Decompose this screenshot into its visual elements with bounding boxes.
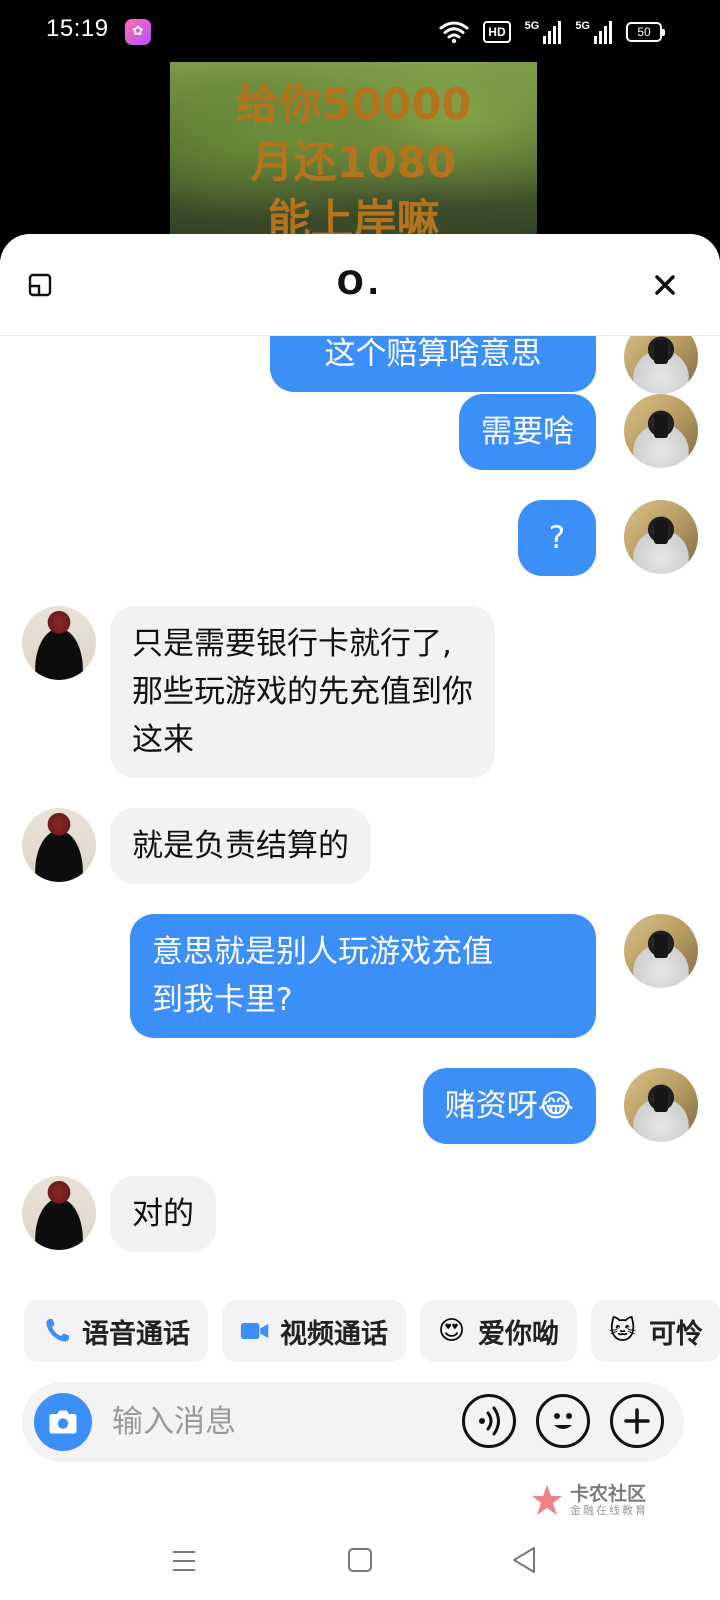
video-caption: 给你50000 月还1080 能上岸嘛 bbox=[170, 76, 537, 247]
message-input-bar bbox=[22, 1382, 684, 1462]
battery-icon: 50 bbox=[626, 22, 665, 42]
message-bubble-self[interactable]: 需要啥 bbox=[459, 394, 596, 470]
pitiful-sticker-button[interactable]: 🐱 可怜 bbox=[591, 1300, 720, 1362]
watermark-text: 卡农社区 金融在线教育 bbox=[570, 1484, 648, 1517]
back-icon[interactable] bbox=[512, 1546, 536, 1574]
chat-sheet: O. 这个赔算啥意思 需要啥 ? 只是需要银行卡就行了, 那些玩游戏的先充值到你… bbox=[0, 234, 720, 1600]
plus-icon bbox=[624, 1408, 650, 1434]
quick-action-label: 可怜 bbox=[649, 1318, 703, 1350]
message-text: 意思就是别人玩游戏充值 到我卡里? bbox=[152, 934, 493, 1018]
app-notification-icon: ✿ bbox=[125, 19, 151, 45]
watermark-subtitle: 金融在线教育 bbox=[570, 1503, 648, 1517]
status-time: 15:19 bbox=[46, 15, 109, 42]
hd-voice-icon: HD bbox=[483, 21, 511, 43]
signal-icon-2: 5G bbox=[575, 20, 612, 44]
phone-icon bbox=[46, 1319, 69, 1342]
message-text: 赌资呀😂 bbox=[444, 1088, 574, 1124]
voice-wave-icon bbox=[479, 1406, 500, 1436]
message-text: 这个赔算啥意思 bbox=[324, 336, 542, 372]
message-bubble-self[interactable]: 意思就是别人玩游戏充值 到我卡里? bbox=[130, 914, 596, 1038]
quick-action-label: 语音通话 bbox=[82, 1318, 190, 1350]
heart-eyes-emoji-icon: 😍 bbox=[438, 1316, 466, 1346]
wifi-icon bbox=[439, 21, 469, 44]
close-icon[interactable] bbox=[650, 270, 680, 300]
signal-icon-1: 5G bbox=[525, 20, 562, 44]
quick-action-label: 爱你呦 bbox=[478, 1318, 559, 1350]
watermark-logo-icon bbox=[532, 1485, 562, 1515]
message-text: 就是负责结算的 bbox=[132, 828, 349, 864]
love-you-sticker-button[interactable]: 😍 爱你呦 bbox=[420, 1300, 577, 1362]
self-avatar[interactable] bbox=[624, 500, 698, 574]
voice-input-button[interactable] bbox=[462, 1394, 516, 1448]
smiley-icon bbox=[554, 1413, 572, 1429]
contact-avatar[interactable] bbox=[22, 606, 96, 680]
message-text: 对的 bbox=[132, 1196, 194, 1232]
contact-avatar[interactable] bbox=[22, 1176, 96, 1250]
signal-1-label: 5G bbox=[524, 20, 540, 32]
status-bar: 15:19 ✿ HD 5G 5G 50 bbox=[0, 0, 720, 62]
recent-apps-icon[interactable] bbox=[172, 1550, 196, 1572]
camera-button[interactable] bbox=[34, 1393, 92, 1451]
quick-actions: 语音通话 视频通话 😍 爱你呦 🐱 可怜 bbox=[24, 1300, 720, 1362]
message-text: ? bbox=[548, 520, 566, 556]
watermark-title: 卡农社区 bbox=[570, 1482, 647, 1505]
message-text: 只是需要银行卡就行了, 那些玩游戏的先充值到你 这来 bbox=[132, 626, 473, 758]
watermark: 卡农社区 金融在线教育 bbox=[530, 1480, 648, 1520]
message-bubble-self[interactable]: 赌资呀😂 bbox=[422, 1068, 596, 1144]
camera-icon bbox=[49, 1410, 77, 1434]
video-call-button[interactable]: 视频通话 bbox=[222, 1300, 406, 1362]
message-bubble-other[interactable]: 只是需要银行卡就行了, 那些玩游戏的先充值到你 这来 bbox=[110, 606, 495, 778]
message-text: 需要啥 bbox=[481, 414, 574, 450]
message-input[interactable] bbox=[112, 1398, 442, 1446]
home-icon[interactable] bbox=[348, 1548, 372, 1572]
self-avatar[interactable] bbox=[624, 1068, 698, 1142]
pleading-cat-emoji-icon: 🐱 bbox=[609, 1316, 637, 1346]
chat-header: O. bbox=[0, 234, 720, 336]
voice-call-button[interactable]: 语音通话 bbox=[24, 1300, 208, 1362]
status-icons: HD 5G 5G 50 bbox=[439, 18, 665, 46]
message-bubble-other[interactable]: 就是负责结算的 bbox=[110, 808, 371, 884]
more-options-button[interactable] bbox=[610, 1394, 664, 1448]
contact-avatar[interactable] bbox=[22, 808, 96, 882]
self-avatar[interactable] bbox=[624, 914, 698, 988]
message-bubble-self[interactable]: ? bbox=[518, 500, 596, 576]
message-bubble-other[interactable]: 对的 bbox=[110, 1176, 216, 1252]
chat-title: O. bbox=[336, 264, 384, 302]
video-caption-line: 月还1080 bbox=[250, 138, 457, 188]
video-caption-line: 给你50000 bbox=[235, 80, 472, 130]
quick-action-label: 视频通话 bbox=[280, 1318, 388, 1350]
signal-2-label: 5G bbox=[575, 20, 590, 32]
background-video: 给你50000 月还1080 能上岸嘛 bbox=[170, 62, 537, 247]
emoji-button[interactable] bbox=[536, 1394, 590, 1448]
video-camera-icon bbox=[240, 1323, 269, 1339]
self-avatar[interactable] bbox=[624, 394, 698, 468]
